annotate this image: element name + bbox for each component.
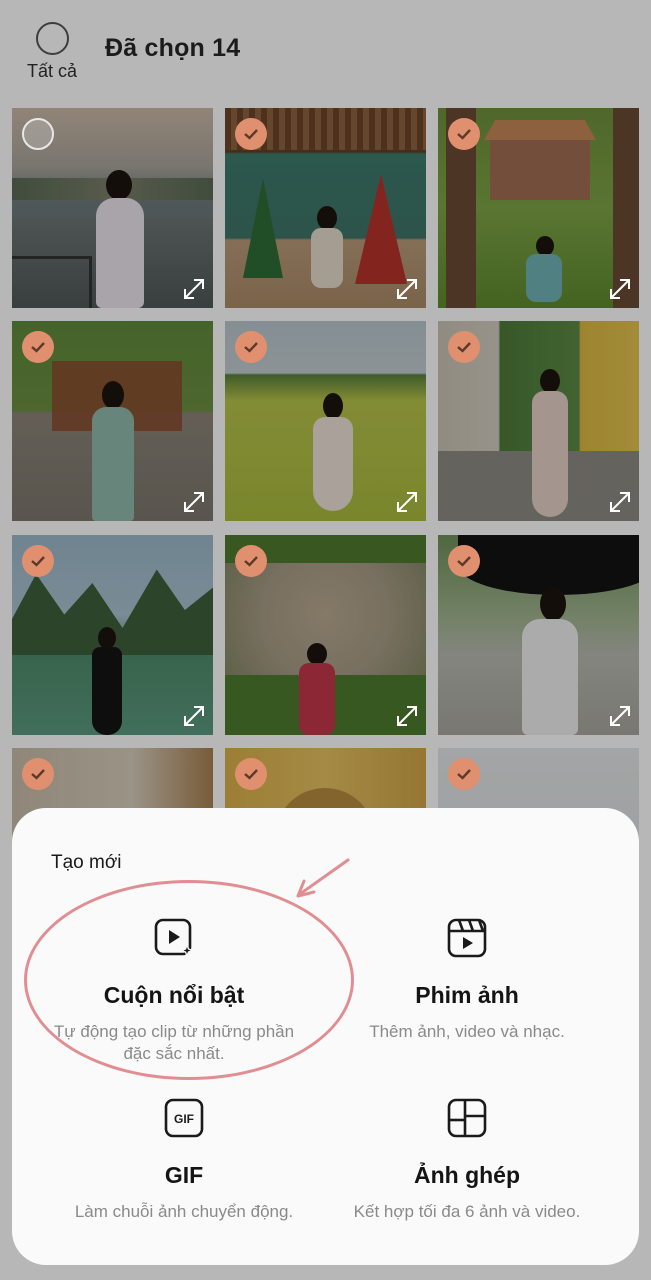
expand-icon[interactable] [394, 703, 420, 729]
photo-tile[interactable] [225, 535, 426, 735]
movie-clapper-icon [447, 918, 487, 958]
expand-icon[interactable] [181, 276, 207, 302]
expand-icon[interactable] [607, 276, 633, 302]
annotation-arrow-icon [296, 858, 350, 898]
selection-checkbox[interactable] [22, 545, 54, 577]
photo-grid [12, 108, 639, 948]
collage-option[interactable]: Ảnh ghép Kết hợp tối đa 6 ảnh và video. [317, 1096, 617, 1223]
option-description: Làm chuỗi ảnh chuyển động. [74, 1202, 294, 1221]
expand-icon[interactable] [181, 489, 207, 515]
selection-checkbox[interactable] [448, 331, 480, 363]
expand-icon[interactable] [181, 703, 207, 729]
selection-checkbox[interactable] [22, 118, 54, 150]
expand-icon[interactable] [607, 489, 633, 515]
photo-tile[interactable] [438, 108, 639, 308]
selection-header: Tất cả Đã chọn 14 [0, 0, 651, 100]
photo-tile[interactable] [438, 535, 639, 735]
sheet-title: Tạo mới [51, 852, 122, 873]
selection-checkbox[interactable] [22, 331, 54, 363]
annotation-highlight-circle [24, 880, 354, 1080]
selection-checkbox[interactable] [448, 758, 480, 790]
svg-text:GIF: GIF [174, 1112, 194, 1126]
photo-tile[interactable] [225, 108, 426, 308]
photo-tile[interactable] [225, 321, 426, 521]
expand-icon[interactable] [607, 703, 633, 729]
option-title: Ảnh ghép [413, 1162, 521, 1188]
selection-checkbox[interactable] [22, 758, 54, 790]
gif-icon: GIF [164, 1098, 204, 1138]
selection-checkbox[interactable] [448, 545, 480, 577]
selection-checkbox[interactable] [235, 758, 267, 790]
select-all-checkbox[interactable] [35, 22, 69, 55]
selection-count-title: Đã chọn 14 [105, 34, 241, 62]
gif-option[interactable]: GIF GIF Làm chuỗi ảnh chuyển động. [34, 1096, 334, 1223]
photo-tile[interactable] [438, 321, 639, 521]
option-description: Kết hợp tối đa 6 ảnh và video. [353, 1202, 581, 1221]
photo-tile[interactable] [12, 108, 213, 308]
photo-tile[interactable] [12, 535, 213, 735]
collage-icon [447, 1098, 487, 1138]
photo-tile[interactable] [12, 321, 213, 521]
selection-checkbox[interactable] [235, 545, 267, 577]
select-all-toggle[interactable]: Tất cả [18, 22, 86, 86]
selection-checkbox[interactable] [235, 331, 267, 363]
movie-option[interactable]: Phim ảnh Thêm ảnh, video và nhạc. [317, 916, 617, 1043]
expand-icon[interactable] [394, 276, 420, 302]
selection-checkbox[interactable] [235, 118, 267, 150]
option-title: Phim ảnh [415, 982, 519, 1008]
select-all-label: Tất cả [26, 61, 78, 81]
expand-icon[interactable] [394, 489, 420, 515]
option-title: GIF [164, 1162, 204, 1188]
selection-checkbox[interactable] [448, 118, 480, 150]
option-description: Thêm ảnh, video và nhạc. [369, 1022, 565, 1041]
